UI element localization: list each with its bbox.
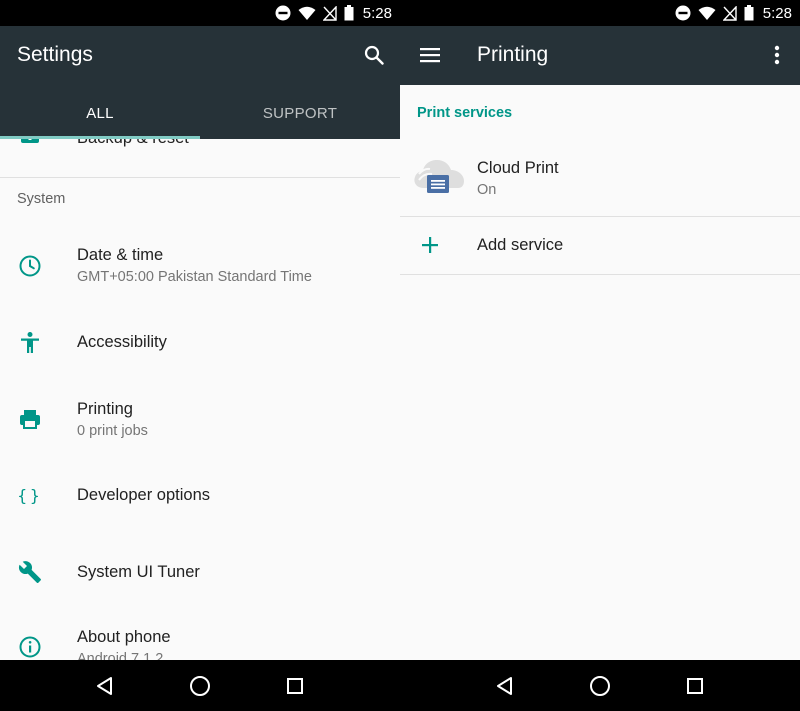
navigation-bar xyxy=(400,660,800,711)
list-item-printing[interactable]: Printing 0 print jobs xyxy=(0,381,400,457)
item-summary: GMT+05:00 Pakistan Standard Time xyxy=(77,269,312,285)
item-title: System UI Tuner xyxy=(77,563,200,581)
item-title: Accessibility xyxy=(77,333,167,351)
item-summary: On xyxy=(477,182,497,198)
item-title: About phone xyxy=(77,628,171,646)
search-icon xyxy=(364,45,384,65)
item-summary: 0 print jobs xyxy=(77,423,148,439)
wifi-icon xyxy=(698,6,716,20)
item-title: Date & time xyxy=(77,246,164,264)
divider xyxy=(400,274,800,275)
add-service-label: Add service xyxy=(477,236,564,254)
print-services-list: Print services Cloud Print On Add servic… xyxy=(400,85,800,660)
battery-icon xyxy=(344,5,354,21)
item-summary: Android 7.1.2 xyxy=(77,651,164,660)
home-icon xyxy=(589,675,610,696)
back-button[interactable] xyxy=(90,671,120,701)
app-bar: Printing xyxy=(400,26,800,85)
wrench-icon xyxy=(17,559,43,585)
list-item-about-phone[interactable]: About phone Android 7.1.2 xyxy=(0,609,400,660)
status-time: 5:28 xyxy=(362,4,392,22)
home-button[interactable] xyxy=(585,671,615,701)
home-icon xyxy=(189,675,210,696)
menu-button[interactable] xyxy=(416,41,444,69)
recents-icon xyxy=(687,677,704,694)
settings-list: Backup & reset System Date & time GMT+05… xyxy=(0,139,400,660)
item-title: Cloud Print xyxy=(477,159,559,177)
no-signal-icon xyxy=(322,5,337,21)
back-icon xyxy=(96,676,112,695)
page-title: Settings xyxy=(17,43,93,66)
divider xyxy=(0,177,400,178)
list-item-date-time[interactable]: Date & time GMT+05:00 Pakistan Standard … xyxy=(0,229,400,305)
do-not-disturb-icon xyxy=(275,5,291,21)
page-title: Printing xyxy=(477,43,549,66)
section-label-system: System xyxy=(17,191,66,207)
printing-screen: 5:28 Printing Print services Cloud Print… xyxy=(400,0,800,711)
no-signal-icon xyxy=(722,5,737,21)
wifi-icon xyxy=(298,6,316,20)
section-label-print-services: Print services xyxy=(417,105,513,121)
info-icon xyxy=(17,634,43,660)
accessibility-icon xyxy=(17,330,43,356)
clock-icon xyxy=(17,253,43,279)
backup-icon xyxy=(17,139,43,149)
search-button[interactable] xyxy=(359,40,389,70)
status-bar: 5:28 xyxy=(0,0,400,26)
recents-button[interactable] xyxy=(280,671,310,701)
printer-icon xyxy=(17,406,43,432)
list-item-developer-options[interactable]: {} Developer options xyxy=(0,457,400,533)
status-bar: 5:28 xyxy=(400,0,800,26)
do-not-disturb-icon xyxy=(675,5,691,21)
recents-button[interactable] xyxy=(680,671,710,701)
item-title: Backup & reset xyxy=(77,139,189,148)
back-icon xyxy=(496,676,512,695)
list-item-accessibility[interactable]: Accessibility xyxy=(0,305,400,381)
list-item-backup-reset[interactable]: Backup & reset xyxy=(0,139,400,155)
hamburger-menu-icon xyxy=(420,48,440,63)
add-service-button[interactable]: Add service xyxy=(400,217,800,274)
battery-icon xyxy=(744,5,754,21)
home-button[interactable] xyxy=(185,671,215,701)
braces-icon: {} xyxy=(17,485,43,505)
recents-icon xyxy=(287,677,304,694)
list-item-system-ui-tuner[interactable]: System UI Tuner xyxy=(0,533,400,609)
navigation-bar xyxy=(0,660,400,711)
more-vert-icon xyxy=(774,45,780,65)
tab-all[interactable]: ALL xyxy=(0,87,200,139)
plus-icon xyxy=(417,232,443,258)
overflow-menu-button[interactable] xyxy=(764,41,790,69)
settings-screen: 5:28 Settings ALL SUPPORT Backup & reset… xyxy=(0,0,400,711)
tab-support[interactable]: SUPPORT xyxy=(200,87,400,139)
tab-bar: ALL SUPPORT xyxy=(0,87,400,139)
status-time: 5:28 xyxy=(762,4,792,22)
back-button[interactable] xyxy=(490,671,520,701)
item-title: Printing xyxy=(77,400,133,418)
list-item-cloud-print[interactable]: Cloud Print On xyxy=(400,137,800,216)
app-bar: Settings ALL SUPPORT xyxy=(0,26,400,139)
cloud-print-icon xyxy=(412,154,466,198)
item-title: Developer options xyxy=(77,486,210,504)
